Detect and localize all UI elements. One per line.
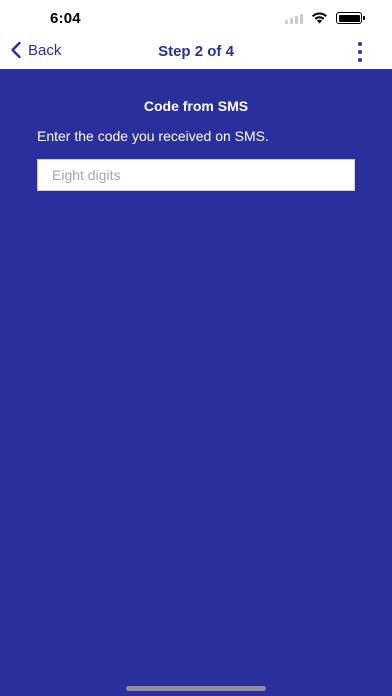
form-heading: Code from SMS [143,98,249,114]
battery-icon [336,12,365,24]
sms-code-input[interactable] [37,159,355,191]
wifi-icon [312,12,327,24]
cellular-signal-icon [285,13,303,24]
status-bar: 6:04 [0,0,392,38]
more-vertical-icon [358,42,362,46]
more-options-button[interactable] [356,42,364,62]
page-title: Step 2 of 4 [158,43,234,60]
form-description: Enter the code you received on SMS. [37,128,269,144]
navigation-bar: Back Step 2 of 4 [0,38,392,69]
main-content: Code from SMS Enter the code you receive… [0,69,392,696]
status-icons [285,12,365,24]
home-indicator[interactable] [126,686,266,691]
status-time: 6:04 [50,10,81,27]
